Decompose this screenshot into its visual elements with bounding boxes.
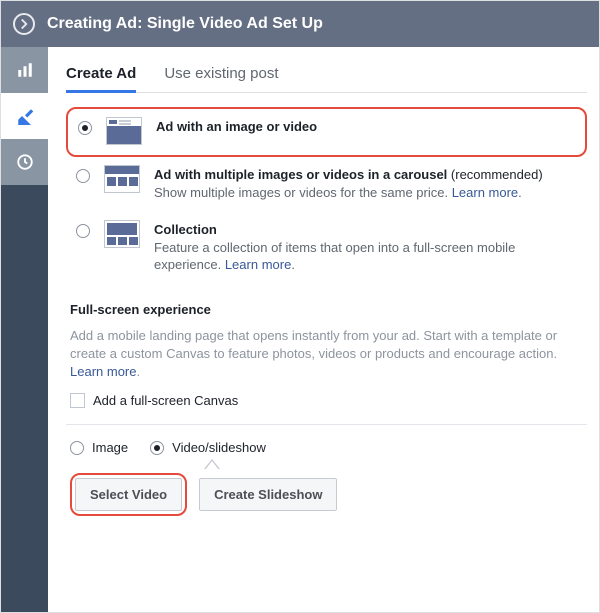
format-single-title: Ad with an image or video bbox=[156, 119, 575, 134]
thumbnail-single-icon bbox=[106, 117, 142, 145]
dropdown-pointer-icon bbox=[204, 459, 220, 469]
sidebar-campaign[interactable] bbox=[1, 47, 48, 93]
chevron-circle-icon[interactable] bbox=[13, 13, 35, 35]
format-collection-title: Collection bbox=[154, 222, 577, 237]
radio-video[interactable] bbox=[150, 441, 164, 455]
canvas-checkbox-label: Add a full-screen Canvas bbox=[93, 393, 238, 408]
tab-create-ad[interactable]: Create Ad bbox=[66, 57, 136, 92]
learn-more-link[interactable]: Learn more bbox=[452, 185, 518, 200]
media-video-label: Video/slideshow bbox=[172, 440, 266, 455]
media-image-option[interactable]: Image bbox=[70, 439, 128, 455]
sidebar-spacer bbox=[1, 185, 48, 612]
radio-collection[interactable] bbox=[76, 224, 90, 238]
media-image-label: Image bbox=[92, 440, 128, 455]
format-carousel-desc: Show multiple images or videos for the s… bbox=[154, 184, 577, 202]
create-slideshow-button[interactable]: Create Slideshow bbox=[199, 478, 337, 511]
tab-use-existing[interactable]: Use existing post bbox=[164, 57, 278, 92]
format-collection-desc: Feature a collection of items that open … bbox=[154, 239, 577, 274]
radio-carousel[interactable] bbox=[76, 169, 90, 183]
format-collection[interactable]: Collection Feature a collection of items… bbox=[66, 212, 587, 284]
format-carousel[interactable]: Ad with multiple images or videos in a c… bbox=[66, 157, 587, 212]
radio-single[interactable] bbox=[78, 121, 92, 135]
fullscreen-label: Full-screen experience bbox=[70, 302, 583, 317]
format-carousel-title: Ad with multiple images or videos in a c… bbox=[154, 167, 577, 182]
media-video-option[interactable]: Video/slideshow bbox=[150, 439, 266, 455]
thumbnail-collection-icon bbox=[104, 220, 140, 248]
format-single[interactable]: Ad with an image or video bbox=[66, 107, 587, 157]
page-title: Creating Ad: Single Video Ad Set Up bbox=[47, 15, 323, 33]
canvas-checkbox[interactable] bbox=[70, 393, 85, 408]
learn-more-link[interactable]: Learn more bbox=[70, 364, 136, 379]
learn-more-link[interactable]: Learn more bbox=[225, 257, 291, 272]
sidebar-ad[interactable] bbox=[1, 139, 48, 185]
divider bbox=[66, 424, 587, 425]
thumbnail-carousel-icon bbox=[104, 165, 140, 193]
radio-image[interactable] bbox=[70, 441, 84, 455]
sidebar-adset[interactable] bbox=[1, 93, 48, 139]
select-video-button[interactable]: Select Video bbox=[75, 478, 182, 511]
fullscreen-desc: Add a mobile landing page that opens ins… bbox=[70, 327, 583, 382]
sidebar bbox=[1, 47, 48, 612]
tabs: Create Ad Use existing post bbox=[66, 57, 587, 93]
page-header: Creating Ad: Single Video Ad Set Up bbox=[1, 1, 599, 47]
canvas-checkbox-row[interactable]: Add a full-screen Canvas bbox=[70, 393, 583, 408]
